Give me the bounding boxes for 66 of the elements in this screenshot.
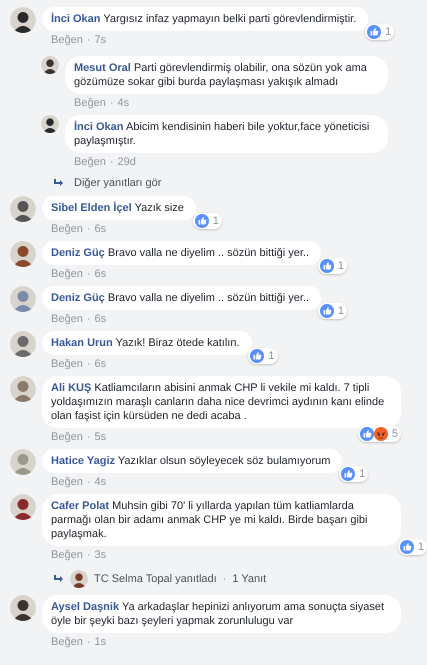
reaction-badge[interactable]: 1 xyxy=(365,24,394,40)
like-link[interactable]: Beğen xyxy=(51,34,83,47)
comment-text: Aysel Daşnik Ya arkadaşlar hepinizi anlıyorum ama sonuçta siyaset öyle bir şeyki bazı şeyleri yapmak zorunlulugu var xyxy=(51,601,384,627)
separator-dot: · xyxy=(86,476,90,489)
timestamp[interactable]: 7s xyxy=(94,34,106,47)
reaction-badge[interactable]: 1 xyxy=(318,303,348,319)
timestamp[interactable]: 3s xyxy=(94,549,106,562)
comment-text: Hatice Yagiz Yazıklar olsun söyleyecek söz bulamıyorum xyxy=(51,455,330,467)
comment-text: İnci Okan Abicim kendisinin haberi bile yoktur,face yöneticisi paylaşmıştır. xyxy=(74,121,370,147)
separator-dot: · xyxy=(86,358,90,371)
reaction-badge[interactable]: 5 xyxy=(358,426,401,442)
like-icon xyxy=(400,540,414,554)
comment-text: Cafer Polat Muhsin gibi 70' li yıllarda yapılan tüm katliamlarda parmağı olan bir adamı anmak CHP ye mi kaldı. Birde başarı gibi paylaşmak. xyxy=(51,500,368,540)
like-link[interactable]: Beğen xyxy=(51,268,83,281)
reaction-badge[interactable]: 1 xyxy=(339,466,368,482)
like-icon xyxy=(341,467,356,481)
comment-text: Hakan Urun Yazık! Biraz ötede katılın. xyxy=(51,337,240,349)
like-link[interactable]: Beğen xyxy=(74,97,106,110)
comment-text: Ali KUŞ Katliamcıların abisini anmak CHP li vekile mi kaldı. 7 tipli yoldaşımızın maraşlı canların daha nice devrimci aydının kanı elinde olan faşist için kürsüden ne dedi acaba . xyxy=(51,382,384,422)
separator-dot: · xyxy=(110,156,114,169)
reply-arrow-icon xyxy=(54,179,64,187)
separator-dot: · xyxy=(86,636,90,649)
like-icon xyxy=(194,214,209,228)
timestamp[interactable]: 4s xyxy=(117,97,130,110)
like-icon xyxy=(320,304,334,318)
comment-text: Mesut Oral Parti görevlendirmiş olabilir, ona sözün yok ama gözümüze sokar gibi burda paylaşması yakışık almadı xyxy=(74,62,367,88)
like-link[interactable]: Beğen xyxy=(51,636,83,649)
like-icon xyxy=(367,25,382,39)
timestamp[interactable]: 6s xyxy=(94,223,106,236)
reaction-badge[interactable]: 1 xyxy=(398,539,427,555)
timestamp[interactable]: 29d xyxy=(117,156,136,169)
like-link[interactable]: Beğen xyxy=(51,476,83,489)
separator-dot: · xyxy=(110,97,114,110)
separator-dot: · xyxy=(222,573,226,585)
separator-dot: · xyxy=(86,549,90,562)
separator-dot: · xyxy=(86,431,90,444)
reply-arrow-icon xyxy=(54,575,64,583)
separator-dot: · xyxy=(86,268,90,281)
like-icon xyxy=(320,259,334,273)
separator-dot: · xyxy=(86,34,90,47)
comment-text: Deniz Güç Bravo valla ne diyelim .. sözün bittiği yer.. xyxy=(51,247,310,259)
comment-text: Sibel Elden İçel Yazık size xyxy=(51,202,184,214)
reaction-badge[interactable]: 1 xyxy=(192,213,222,229)
timestamp[interactable]: 6s xyxy=(94,268,106,281)
angry-face-icon xyxy=(374,427,388,441)
timestamp[interactable]: 6s xyxy=(94,313,106,326)
like-link[interactable]: Beğen xyxy=(51,549,83,562)
separator-dot: · xyxy=(86,313,90,326)
timestamp[interactable]: 6s xyxy=(94,358,106,371)
like-link[interactable]: Beğen xyxy=(74,156,106,169)
comment-text: İnci Okan Yargısız infaz yapmayın belki parti görevlendirmiştir. xyxy=(51,13,356,25)
reaction-badge[interactable]: 1 xyxy=(318,258,348,274)
like-link[interactable]: Beğen xyxy=(51,431,83,444)
like-icon xyxy=(250,349,264,363)
like-link[interactable]: Beğen xyxy=(51,313,83,326)
comment-text: Deniz Güç Bravo valla ne diyelim .. sözün bittiği yer.. xyxy=(51,292,310,304)
reaction-badge[interactable]: 1 xyxy=(248,348,278,364)
more-replies-link[interactable]: Diğer yanıtları gör xyxy=(74,177,162,189)
timestamp[interactable]: 5s xyxy=(94,431,106,444)
like-link[interactable]: Beğen xyxy=(51,358,83,371)
replied-by-link[interactable]: TC Selma Topal yanıtladı xyxy=(94,573,217,585)
separator-dot: · xyxy=(86,223,90,236)
timestamp[interactable]: 4s xyxy=(94,476,106,489)
timestamp[interactable]: 1s xyxy=(94,636,106,649)
like-link[interactable]: Beğen xyxy=(51,223,83,236)
reply-count-link[interactable]: 1 Yanıt xyxy=(232,573,266,585)
